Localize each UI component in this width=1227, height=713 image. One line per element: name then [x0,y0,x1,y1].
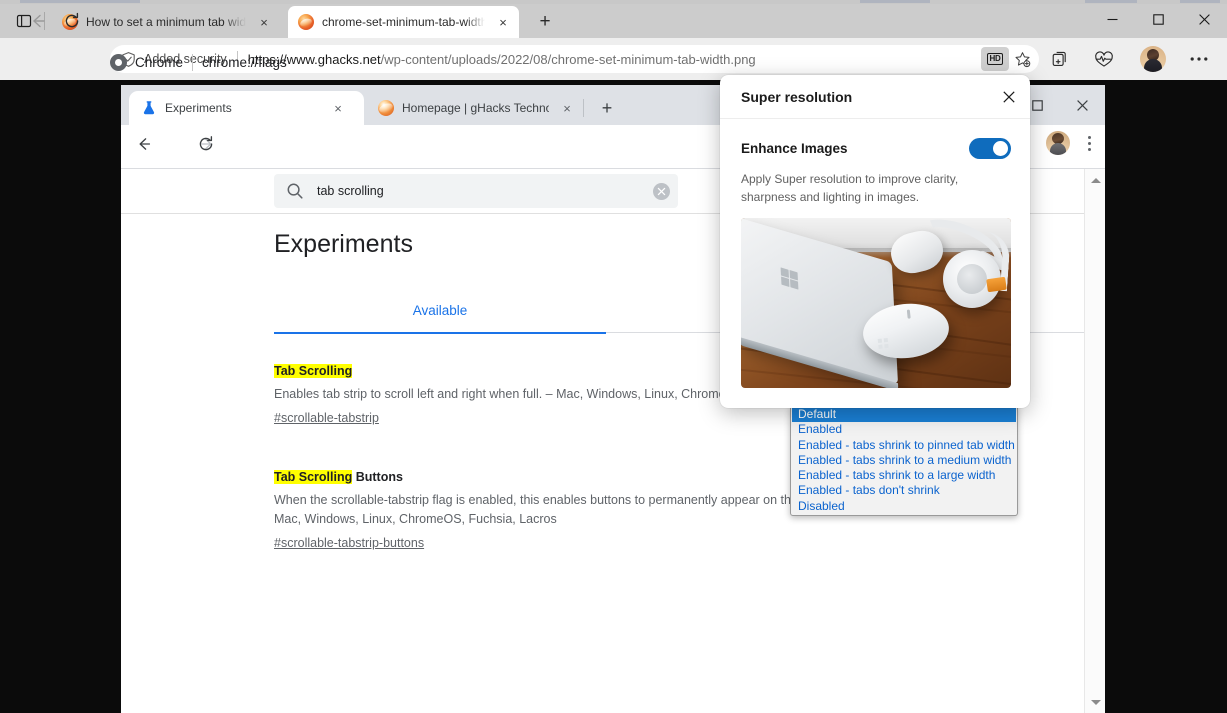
enhance-images-label: Enhance Images [741,141,848,156]
star-add-icon[interactable] [1009,47,1035,71]
flag-name-rest: Buttons [352,470,403,484]
chrome-tab-1-close-icon[interactable]: × [328,98,348,118]
chrome-close-button[interactable] [1060,85,1105,125]
chrome-tab-1-title: Experiments [165,91,320,125]
dropdown-option-pinned-tab-width[interactable]: Enabled - tabs shrink to pinned tab widt… [792,438,1016,453]
ghacks-favicon [298,14,314,30]
super-resolution-description: Apply Super resolution to improve clarit… [741,170,989,206]
chrome-omnibox-divider [192,54,193,71]
enhance-images-row: Enhance Images [741,135,1011,161]
edge-tab-2[interactable]: chrome-set-minimum-tab-width × [288,6,519,38]
edge-tab-1-close-icon[interactable]: × [254,12,274,32]
chrome-url-text: chrome://flags [202,55,287,70]
browser-essentials-icon[interactable] [1089,45,1119,73]
dropdown-option-default[interactable]: Default [792,407,1016,422]
search-icon [286,182,304,200]
back-arrow-icon[interactable] [26,9,50,33]
super-resolution-preview-image [741,218,1011,388]
flags-scrollbar[interactable] [1084,169,1105,713]
chrome-tab-experiments[interactable]: Experiments × [129,91,364,125]
hd-badge-label: HD [987,53,1004,65]
scroll-down-arrow-icon[interactable] [1085,693,1105,711]
background-content-sliver [0,0,1227,4]
flask-icon [141,100,157,116]
flag-anchor-link[interactable]: #scrollable-tabstrip-buttons [274,536,874,550]
flag-name-highlight: Tab Scrolling [274,364,352,378]
super-resolution-title: Super resolution [741,89,852,105]
chrome-site-icon [110,54,127,71]
edge-title-bar: How to set a minimum tab width × chrome-… [0,0,1227,38]
flag-name: Tab Scrolling Buttons [274,470,874,484]
search-input-value: tab scrolling [317,184,653,198]
collections-icon[interactable] [1044,45,1074,73]
search-input[interactable]: tab scrolling [274,174,678,208]
chrome-tab-2-close-icon[interactable]: × [557,98,577,118]
profile-avatar[interactable] [1140,46,1166,72]
refresh-icon[interactable] [60,9,84,33]
three-dot-menu-icon[interactable] [1079,130,1099,156]
edge-new-tab-button[interactable]: + [532,9,558,35]
dropdown-option-dont-shrink[interactable]: Enabled - tabs don't shrink [792,483,1016,498]
edge-maximize-button[interactable] [1135,0,1181,38]
chrome-back-icon[interactable] [131,131,157,157]
chrome-address-bar[interactable]: Chrome chrome://flags [110,47,905,77]
super-resolution-popup: Super resolution Enhance Images Apply Su… [720,75,1030,408]
enhance-images-toggle[interactable] [969,138,1011,159]
ellipsis-icon[interactable] [1184,45,1214,73]
edge-tab-1[interactable]: How to set a minimum tab width × [52,6,280,38]
tab-available[interactable]: Available [274,287,606,333]
close-icon[interactable] [994,83,1024,111]
chrome-site-label: Chrome [135,55,183,70]
edge-tab-2-title: chrome-set-minimum-tab-width [322,6,485,38]
chrome-tab-ghacks[interactable]: Homepage | gHacks Technology × [366,91,581,125]
flag-description: When the scrollable-tabstrip flag is ena… [274,491,874,529]
usb-connector [986,277,1007,293]
edge-close-button[interactable] [1181,0,1227,38]
edge-tab-2-close-icon[interactable]: × [493,12,513,32]
edge-window-controls [1089,0,1227,38]
chrome-tab-2-title: Homepage | gHacks Technology [402,91,549,125]
flag-name-highlight: Tab Scrolling [274,470,352,484]
hd-super-resolution-icon[interactable]: HD [981,47,1009,71]
super-resolution-header: Super resolution [720,75,1030,119]
page-title: Experiments [274,230,413,259]
chrome-new-tab-button[interactable]: + [593,94,621,122]
screenshot-root: How to set a minimum tab width × chrome-… [0,0,1227,713]
chrome-tab-divider [583,99,584,117]
flag-entry-tab-scrolling-buttons: Tab Scrolling Buttons When the scrollabl… [274,470,874,550]
flag-state-dropdown[interactable]: Default Enabled Enabled - tabs shrink to… [790,405,1018,516]
edge-tab-1-title: How to set a minimum tab width [86,6,246,38]
scroll-up-arrow-icon[interactable] [1085,171,1105,189]
ghacks-favicon [378,100,394,116]
chrome-reload-icon[interactable] [193,131,219,157]
dropdown-option-enabled[interactable]: Enabled [792,422,1016,437]
dropdown-option-disabled[interactable]: Disabled [792,499,1016,514]
clear-search-icon[interactable] [653,183,670,200]
edge-minimize-button[interactable] [1089,0,1135,38]
chrome-profile-avatar[interactable] [1046,131,1070,155]
dropdown-option-large-width[interactable]: Enabled - tabs shrink to a large width [792,468,1016,483]
flag-anchor-link[interactable]: #scrollable-tabstrip [274,411,854,425]
dropdown-option-medium-width[interactable]: Enabled - tabs shrink to a medium width [792,453,1016,468]
